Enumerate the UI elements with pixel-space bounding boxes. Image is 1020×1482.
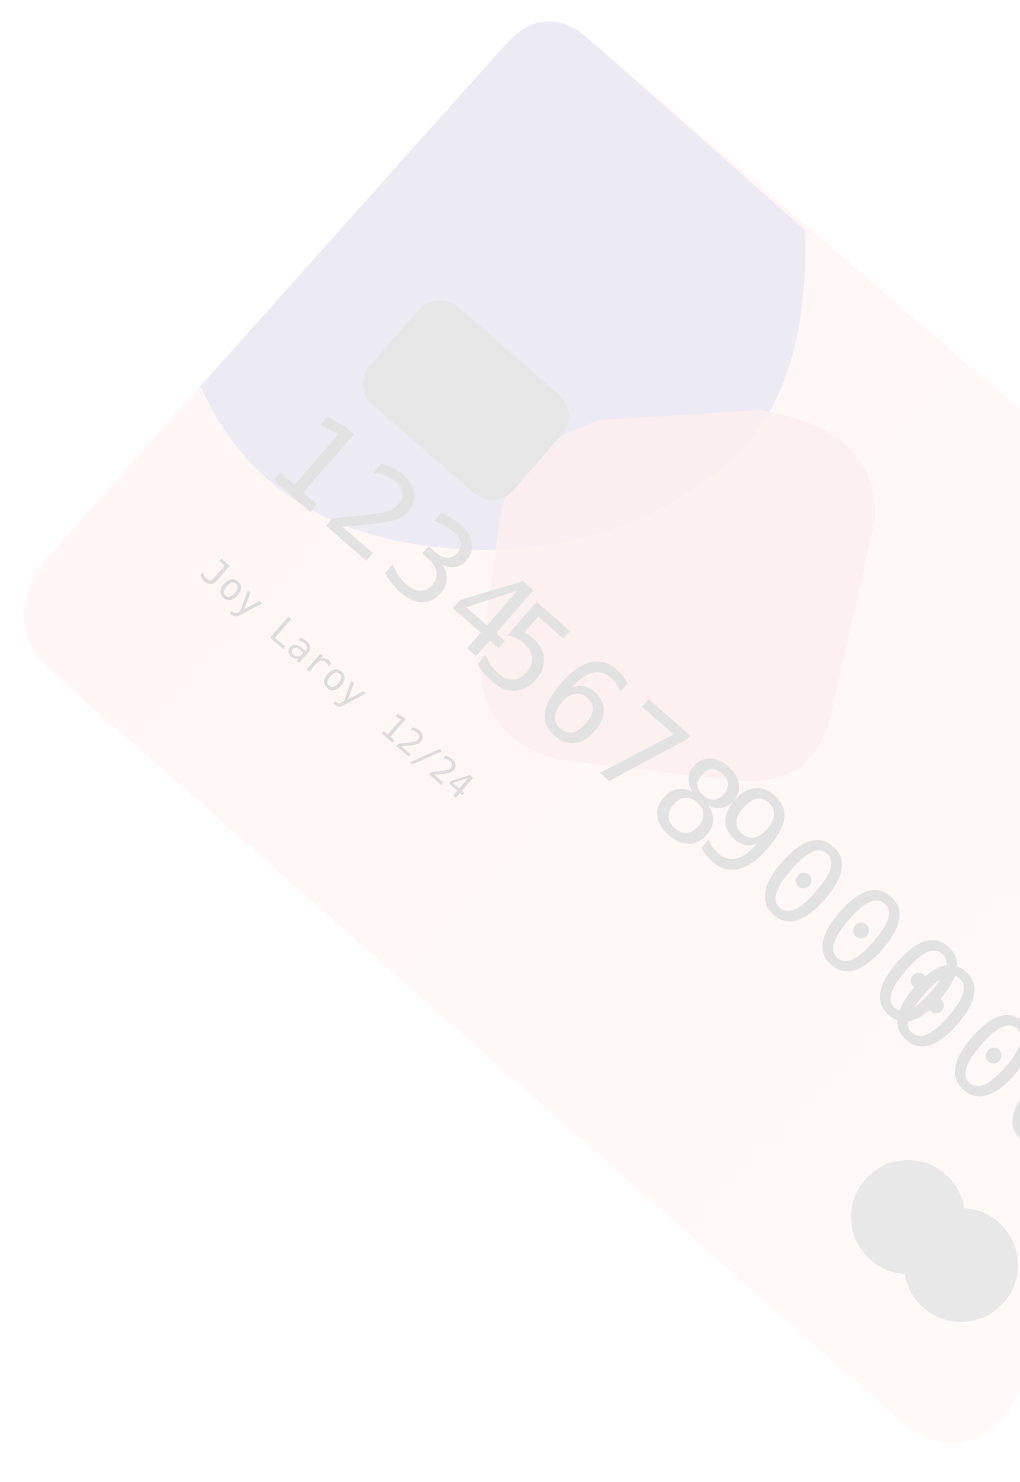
card-canvas: 1234 5678 9000 0000 Joy Laroy 12/24 [0, 0, 1020, 1482]
credit-card-illustration: 1234 5678 9000 0000 Joy Laroy 12/24 [23, 21, 1020, 1443]
